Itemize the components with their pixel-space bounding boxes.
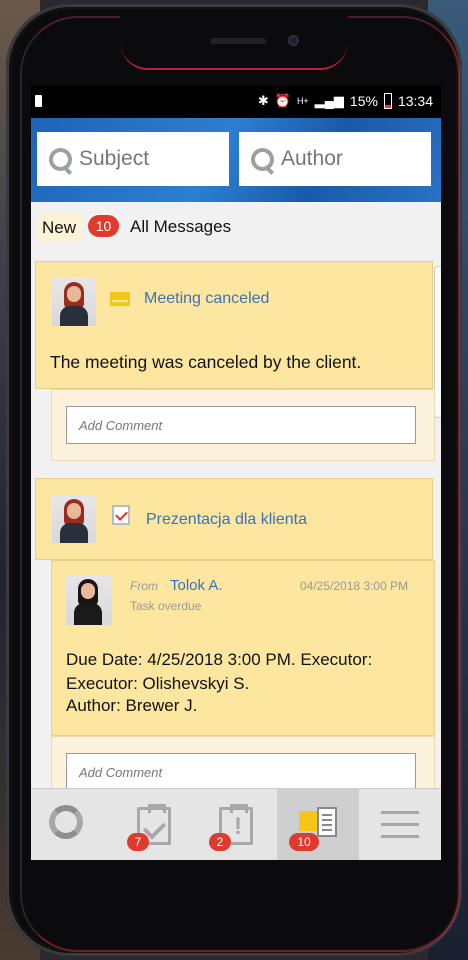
tab-menu[interactable] — [359, 789, 441, 860]
battery-percent: 15% — [349, 93, 378, 109]
new-count-badge: 10 — [88, 215, 119, 237]
alarm-icon: ⏰ — [274, 93, 291, 108]
filter-new-tab[interactable]: New — [37, 214, 82, 242]
filter-bar: New 10 All Messages — [31, 210, 441, 244]
task-line-1: Due Date: 4/25/2018 3:00 PM. Executor: — [66, 650, 373, 669]
search-icon — [249, 146, 275, 172]
app-screen: ✱ ⏰ H+ ▂▄▆ 15% 13:34 Subject Author New … — [31, 86, 441, 860]
author-search-placeholder: Author — [281, 147, 343, 170]
message-card-meeting[interactable]: Meeting canceled The meeting was cancele… — [35, 261, 433, 389]
from-label: From — [130, 579, 158, 593]
envelope-icon — [110, 292, 130, 306]
task-status: Task overdue — [130, 599, 202, 613]
search-header: Subject Author — [31, 118, 441, 202]
tasks-count-badge: 7 — [127, 833, 149, 851]
phone-notch — [120, 14, 348, 70]
sender-name[interactable]: Tolok A. — [170, 577, 223, 594]
tab-sync[interactable] — [31, 789, 113, 860]
clock: 13:34 — [397, 93, 433, 109]
message-body: The meeting was canceled by the client. — [50, 352, 362, 372]
avatar — [52, 278, 96, 326]
subject-search-placeholder: Subject — [79, 147, 150, 170]
message-title[interactable]: Meeting canceled — [144, 290, 269, 308]
tab-messages[interactable]: 10 — [277, 789, 359, 860]
hamburger-menu-icon — [381, 811, 419, 839]
message-document-icon — [317, 807, 337, 837]
message-date: 04/25/2018 3:00 PM — [300, 579, 409, 593]
subject-search-input[interactable]: Subject — [37, 132, 229, 186]
add-comment-input[interactable]: Add Comment — [66, 406, 416, 444]
alerts-count-badge: 2 — [209, 833, 231, 851]
tab-tasks[interactable]: 7 — [113, 789, 195, 860]
battery-saver-icon — [35, 95, 42, 107]
bluetooth-icon: ✱ — [257, 93, 269, 108]
front-camera — [288, 35, 299, 46]
scrollbar[interactable] — [434, 266, 441, 418]
filter-all-messages-tab[interactable]: All Messages — [130, 217, 231, 237]
bottom-tab-bar: 7 ! 2 10 — [31, 788, 441, 860]
comment-area: Add Comment — [51, 389, 435, 461]
add-comment-input[interactable]: Add Comment — [66, 753, 416, 791]
comment-area: Add Comment — [51, 736, 435, 796]
message-card-presentation[interactable]: Prezentacja dla klienta — [35, 478, 433, 560]
avatar — [52, 495, 96, 543]
task-line-3: Author: Brewer J. — [66, 696, 198, 715]
battery-icon — [383, 93, 392, 109]
task-line-2: Executor: Olishevskyi S. — [66, 674, 250, 693]
signal-type-label: H+ — [296, 96, 309, 106]
author-search-input[interactable]: Author — [239, 132, 431, 186]
message-title[interactable]: Prezentacja dla klienta — [146, 511, 307, 529]
messages-count-badge: 10 — [289, 833, 319, 851]
tab-alerts[interactable]: ! 2 — [195, 789, 277, 860]
sync-icon — [49, 805, 83, 839]
task-check-icon — [112, 505, 130, 525]
task-detail-card[interactable]: From Tolok A. 04/25/2018 3:00 PM Task ov… — [51, 560, 435, 736]
avatar — [66, 575, 112, 625]
speaker-grille — [210, 38, 266, 44]
signal-strength-icon: ▂▄▆ — [314, 93, 344, 108]
status-bar: ✱ ⏰ H+ ▂▄▆ 15% 13:34 — [31, 86, 441, 118]
search-icon — [47, 146, 73, 172]
